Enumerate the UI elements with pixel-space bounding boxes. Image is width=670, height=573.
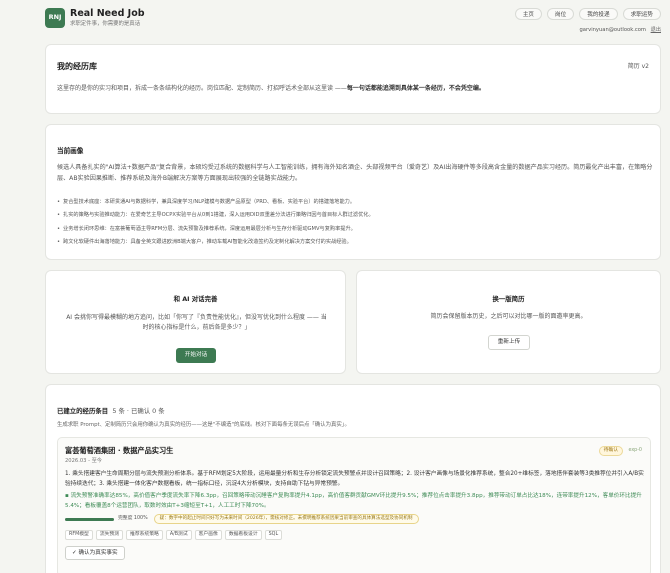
- summary-bullets: 复合型技术底座：本研贯通AI与数据科学，兼具深度学习/NLP建模与数据产品原型（…: [57, 196, 653, 249]
- nav-applications[interactable]: 我的投递: [579, 8, 618, 20]
- entry-results-text: 流失预警准确率达85%，高价值客户季度流失率下降6.3pp，召回策略带动沉睡客户…: [65, 493, 642, 509]
- brand-name[interactable]: Real Need Job: [70, 8, 145, 19]
- entry-tags: RFM模型 流失预测 推荐系统策略 A/B测试 客户画像 数据看板设计 SQL: [65, 530, 283, 540]
- summary-bullet: 扎实的策略与实验推动能力：在爱奇艺主导OCPX实验平台从0到1搭建，深入运用DI…: [57, 209, 653, 223]
- ai-chat-card: 和 AI 对话完善 AI 会挑你写得最模糊的地方追问，比如「你写了『负责性能优化…: [45, 270, 346, 374]
- tag: RFM模型: [65, 530, 93, 540]
- user-email: garvinyuan@outlook.com: [579, 27, 646, 33]
- library-card: 我的经历库 简历 v2 这里存的是你的实习和项目，拆成一条条结构化的经历。岗位匹…: [45, 44, 661, 114]
- summary-bullet: 复合型技术底座：本研贯通AI与数据科学，兼具深度学习/NLP建模与数据产品原型（…: [57, 196, 653, 210]
- completeness-bar-fill: [65, 517, 114, 521]
- user-line: garvinyuan@outlook.com 退出: [580, 27, 661, 35]
- library-desc: 这里存的是你的实习和项目，拆成一条条结构化的经历。岗位匹配、定制简历、打招呼话术…: [57, 85, 485, 94]
- entry-results: ▪ 流失预警准确率达85%，高价值客户季度流失率下降6.3pp，召回策略带动沉睡…: [65, 492, 645, 512]
- experience-entry: 富荟葡萄酒集团 · 数据产品实习生 2026.03 - 至今 待确认 exp-0…: [57, 437, 651, 573]
- status-badge: 待确认: [598, 446, 623, 456]
- resume-version: 简历 v2: [627, 63, 649, 70]
- brand: Real Need Job 求职定件事，你需要的是真话: [70, 8, 145, 29]
- completeness-row: 完整度 100% 疑：数字中的起止时间只好写为未来时间（2026年），需核对修正…: [65, 514, 419, 524]
- tag: A/B测试: [165, 530, 192, 540]
- tag: 客户画像: [194, 530, 222, 540]
- header: RNJ Real Need Job 求职定件事，你需要的是真话 主页 岗位 我的…: [45, 0, 661, 44]
- entry-title: 富荟葡萄酒集团 · 数据产品实习生: [65, 446, 174, 455]
- library-desc-bold: 每一句话都能追溯到具体某一条经历，不会凭空编。: [346, 85, 485, 92]
- tag: SQL: [264, 530, 283, 540]
- profile-summary-card: 当前画像 候选人具备扎实的"AI算法+数据产品"复合背景，本硕均受过系统的数据科…: [45, 124, 661, 260]
- entry-body: 1. 乘头搭建客户生命周期分层与流失预测分析体系。基于RFM划定5大阶段，运用最…: [65, 471, 644, 487]
- library-title: 我的经历库: [57, 62, 97, 71]
- chat-title: 和 AI 对话完善: [173, 295, 218, 303]
- tag: 数据看板设计: [224, 530, 262, 540]
- entries-card: 已建立的经历条目 5 条 · 已确认 0 条 生成求职 Prompt、定制简历只…: [45, 384, 661, 573]
- entries-title-text: 已建立的经历条目: [57, 407, 109, 415]
- entries-title: 已建立的经历条目 5 条 · 已确认 0 条: [57, 407, 165, 416]
- entries-hint: 生成求职 Prompt、定制简历只会用你确认为真实的经历——这是"不编造"的底线…: [57, 422, 350, 428]
- warning-pill: 疑：数字中的起止时间只好写为未来时间（2026年），需核对修正。未撰明推荐系统因…: [153, 514, 419, 524]
- completeness-bar: [65, 517, 114, 521]
- summary-title: 当前画像: [57, 147, 84, 155]
- chat-desc: AI 会挑你写得最模糊的地方追问，比如「你写了『负责性能优化』，但没写优化到什么…: [66, 314, 327, 332]
- tag: 流失预测: [95, 530, 124, 540]
- entry-date: 2026.03 - 至今: [65, 458, 102, 464]
- entries-counts: 5 条 · 已确认 0 条: [112, 407, 165, 415]
- app: RNJ Real Need Job 求职定件事，你需要的是真话 主页 岗位 我的…: [45, 0, 661, 573]
- summary-bullet: 业务增长闭环思维：在富荟葡萄酒主导RFM分层、流失预警及推荐系统，深度运用最层分…: [57, 223, 653, 237]
- brand-logo[interactable]: RNJ: [45, 8, 65, 28]
- reupload-title: 换一版简历: [492, 295, 525, 303]
- nav-jobs[interactable]: 岗位: [547, 8, 575, 20]
- nav-home[interactable]: 主页: [514, 8, 543, 20]
- start-chat-button[interactable]: 开始对话: [176, 348, 216, 363]
- library-desc-plain: 这里存的是你的实习和项目，拆成一条条结构化的经历。岗位匹配、定制简历、打招呼话术…: [57, 85, 347, 92]
- reupload-card: 换一版简历 简历会保留版本历史，之后可以对比哪一版的面邀率更高。 重新上传: [356, 270, 661, 374]
- reupload-button[interactable]: 重新上传: [488, 335, 530, 350]
- confirm-true-button[interactable]: ✓ 确认为真实事实: [65, 546, 125, 560]
- logout-link[interactable]: 退出: [651, 27, 661, 33]
- tag: 推荐系统策略: [126, 530, 163, 540]
- completeness-label: 完整度 100%: [118, 515, 148, 521]
- summary-bullet: 跨文化软硬件出海落地能力：具备全英文跟进欧洲B端大客户，推动车载AI智能化改造签…: [57, 236, 653, 250]
- brand-tagline: 求职定件事，你需要的是真话: [70, 21, 141, 28]
- nav-fortune[interactable]: 求职运势: [622, 8, 661, 20]
- summary-paragraph: 候选人具备扎实的"AI算法+数据产品"复合背景，本硕均受过系统的数据科学与人工智…: [57, 164, 653, 182]
- top-nav: 主页 岗位 我的投递 求职运势: [514, 8, 661, 20]
- reupload-desc: 简历会保留版本历史，之后可以对比哪一版的面邀率更高。: [430, 313, 587, 320]
- entry-id: exp-0: [628, 448, 642, 453]
